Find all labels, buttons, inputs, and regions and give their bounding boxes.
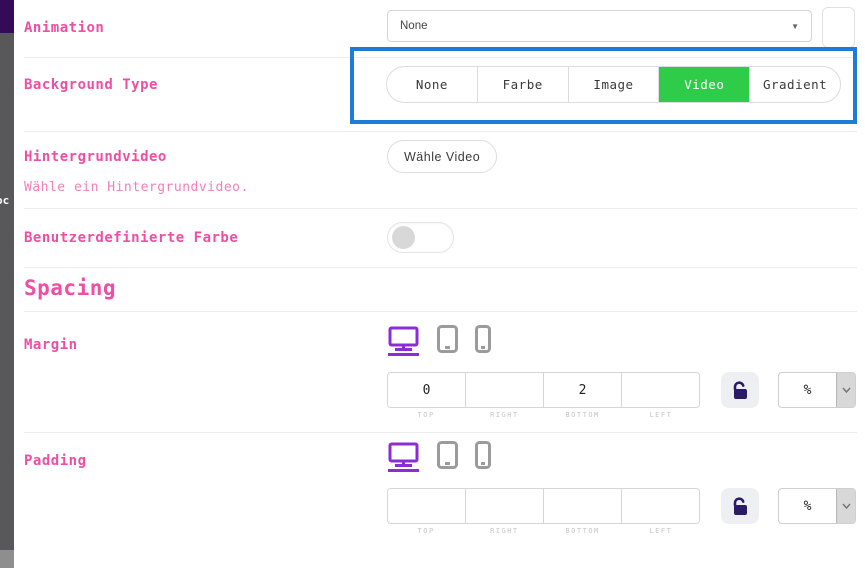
chevron-down-icon — [836, 489, 855, 523]
settings-panel: oc Animation None ▼ Background Type None… — [0, 0, 865, 568]
padding-link-values-button[interactable] — [721, 488, 759, 524]
margin-top-input[interactable] — [388, 373, 466, 407]
chevron-down-icon: ▼ — [791, 22, 799, 31]
dim-label-left: LEFT — [622, 411, 700, 419]
padding-right-input[interactable] — [466, 489, 544, 523]
unlock-icon — [732, 497, 749, 516]
margin-inputs — [387, 372, 700, 408]
window-edge: oc — [0, 0, 14, 568]
top-right-box[interactable] — [822, 7, 855, 48]
choose-video-button[interactable]: Wähle Video — [387, 140, 497, 173]
background-type-label: Background Type — [24, 77, 158, 93]
divider — [24, 432, 857, 433]
toggle-knob — [392, 226, 415, 249]
background-type-option[interactable]: Video — [659, 67, 750, 102]
background-type-option[interactable]: Farbe — [478, 67, 569, 102]
dim-label-right: RIGHT — [465, 527, 543, 535]
spacing-heading: Spacing — [24, 276, 116, 300]
background-video-label: Hintergrundvideo — [24, 149, 167, 165]
mobile-icon[interactable] — [475, 325, 491, 357]
animation-select[interactable]: None ▼ — [387, 10, 812, 42]
margin-bottom-input[interactable] — [544, 373, 622, 407]
dim-label-bottom: BOTTOM — [544, 411, 622, 419]
background-video-description: Wähle ein Hintergrundvideo. — [24, 180, 249, 195]
divider — [24, 208, 857, 209]
margin-left-input[interactable] — [622, 373, 699, 407]
window-edge-light — [0, 550, 14, 568]
custom-color-toggle[interactable] — [387, 222, 454, 253]
divider — [24, 267, 857, 268]
animation-label: Animation — [24, 20, 104, 36]
padding-label: Padding — [24, 453, 87, 469]
tablet-icon[interactable] — [437, 441, 458, 473]
chevron-down-icon — [836, 373, 855, 407]
margin-device-switcher — [387, 325, 491, 357]
edge-text-fragment: oc — [0, 194, 9, 207]
unlock-icon — [732, 381, 749, 400]
padding-left-input[interactable] — [622, 489, 699, 523]
padding-device-switcher — [387, 441, 491, 473]
background-type-option[interactable]: None — [387, 67, 478, 102]
mobile-icon[interactable] — [475, 441, 491, 473]
divider — [24, 311, 857, 312]
animation-select-value: None — [400, 20, 428, 32]
window-edge-purple — [0, 0, 14, 33]
dim-label-bottom: BOTTOM — [544, 527, 622, 535]
padding-input-labels: TOP RIGHT BOTTOM LEFT — [387, 527, 700, 535]
dim-label-top: TOP — [387, 527, 465, 535]
desktop-icon[interactable] — [387, 325, 420, 360]
padding-bottom-input[interactable] — [544, 489, 622, 523]
dim-label-left: LEFT — [622, 527, 700, 535]
padding-top-input[interactable] — [388, 489, 466, 523]
margin-label: Margin — [24, 337, 78, 353]
background-type-option[interactable]: Gradient — [750, 67, 840, 102]
margin-unit-value: % — [779, 373, 836, 407]
background-type-option[interactable]: Image — [569, 67, 660, 102]
dim-label-right: RIGHT — [465, 411, 543, 419]
margin-input-labels: TOP RIGHT BOTTOM LEFT — [387, 411, 700, 419]
divider — [24, 131, 857, 132]
padding-unit-select[interactable]: % — [778, 488, 856, 524]
margin-unit-select[interactable]: % — [778, 372, 856, 408]
desktop-icon[interactable] — [387, 441, 420, 476]
padding-unit-value: % — [779, 489, 836, 523]
margin-link-values-button[interactable] — [721, 372, 759, 408]
custom-color-label: Benutzerdefinierte Farbe — [24, 230, 238, 246]
dim-label-top: TOP — [387, 411, 465, 419]
margin-right-input[interactable] — [466, 373, 544, 407]
padding-inputs — [387, 488, 700, 524]
tablet-icon[interactable] — [437, 325, 458, 357]
background-type-group: None Farbe Image Video Gradient — [386, 66, 841, 103]
